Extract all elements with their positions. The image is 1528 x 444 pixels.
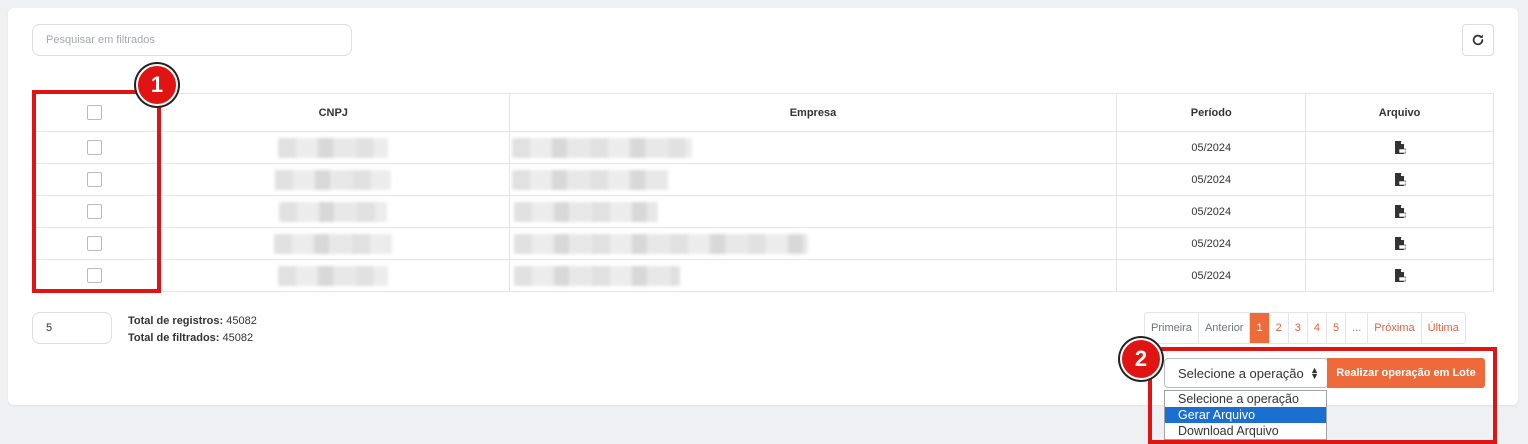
search-input[interactable]: [32, 24, 352, 56]
cnpj-redacted: [279, 201, 388, 222]
page-first[interactable]: Primeira: [1145, 313, 1198, 343]
annotation-box-1: [32, 90, 161, 293]
header-periodo: Período: [1116, 93, 1307, 132]
pdf-file-icon[interactable]: [1394, 269, 1406, 282]
page-1[interactable]: 1: [1249, 313, 1269, 343]
table-row: 05/2024: [32, 259, 1494, 292]
annotation-badge-1: 1: [136, 64, 178, 106]
total-registros-label: Total de registros:: [128, 315, 224, 327]
header-arquivo: Arquivo: [1305, 93, 1494, 132]
periodo-cell: 05/2024: [1116, 131, 1307, 164]
table-row: 05/2024: [32, 227, 1494, 260]
cnpj-redacted: [275, 169, 392, 190]
total-registros-value: 45082: [226, 315, 257, 327]
pdf-file-icon[interactable]: [1394, 237, 1406, 250]
periodo-cell: 05/2024: [1116, 163, 1307, 196]
page-4[interactable]: 4: [1306, 313, 1326, 343]
refresh-button[interactable]: [1462, 24, 1494, 56]
table-row: 05/2024: [32, 131, 1494, 164]
empresa-redacted: [513, 265, 680, 286]
periodo-cell: 05/2024: [1116, 195, 1307, 228]
empresa-redacted: [513, 233, 808, 254]
page-2[interactable]: 2: [1268, 313, 1288, 343]
page-5[interactable]: 5: [1325, 313, 1345, 343]
empresa-redacted: [511, 169, 668, 190]
totals-info: Total de registros: 45082 Total de filtr…: [128, 313, 257, 347]
pdf-file-icon[interactable]: [1394, 173, 1406, 186]
cnpj-redacted: [278, 137, 389, 158]
refresh-icon: [1472, 34, 1484, 46]
page-ellipsis: ...: [1345, 313, 1367, 343]
annotation-badge-2: 2: [1120, 338, 1162, 380]
header-cnpj: CNPJ: [156, 93, 510, 132]
total-filtrados-value: 45082: [222, 332, 254, 344]
pagination: Primeira Anterior 1 2 3 4 5 ... Próxima …: [1144, 312, 1466, 344]
page-prev[interactable]: Anterior: [1197, 313, 1250, 343]
table-row: 05/2024: [32, 195, 1494, 228]
empresa-redacted: [511, 137, 692, 158]
empresa-redacted: [513, 201, 658, 222]
page-next[interactable]: Próxima: [1367, 313, 1420, 343]
page-last[interactable]: Última: [1420, 313, 1465, 343]
header-empresa: Empresa: [508, 93, 1118, 132]
total-filtrados-label: Total de filtrados:: [128, 332, 220, 344]
periodo-cell: 05/2024: [1116, 259, 1307, 292]
table-row: 05/2024: [32, 163, 1494, 196]
annotation-box-2: [1148, 347, 1497, 444]
page-size-input[interactable]: 5: [32, 312, 112, 344]
cnpj-redacted: [278, 265, 389, 286]
pdf-file-icon[interactable]: [1394, 205, 1406, 218]
page-3[interactable]: 3: [1287, 313, 1307, 343]
cnpj-redacted: [274, 233, 393, 254]
pdf-file-icon[interactable]: [1394, 141, 1406, 154]
data-table: CNPJ Empresa Período Arquivo 05/2024 05/…: [32, 93, 1494, 292]
periodo-cell: 05/2024: [1116, 227, 1307, 260]
